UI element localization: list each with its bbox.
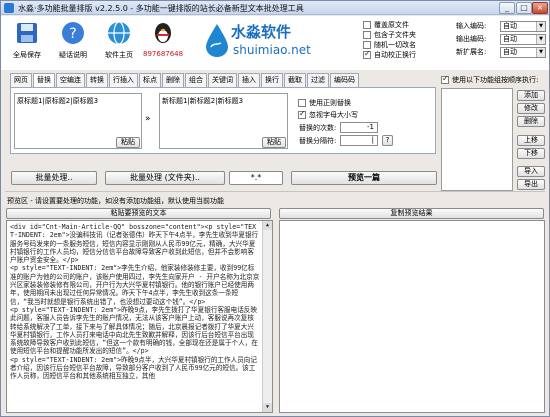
chevron-down-icon: ▼ (536, 47, 545, 57)
output-encoding-label: 输出编码: (456, 35, 487, 43)
edit-button[interactable]: 修改 (517, 103, 545, 114)
brand-logo: 水淼软件 shuimiao.net (201, 19, 361, 65)
app-window: 水淼·多功能批量排版 v2.2.5.0 - 多功能一键排版的站长必备新型文本批处… (0, 0, 550, 417)
use-regex-option[interactable]: 使用正则替换 (298, 98, 351, 108)
code-line: <p style="TEXT-INDENT: 2em">昨晚9点，李先生拨打了华… (10, 305, 258, 356)
option-auto-newline[interactable]: 自动校正换行 (363, 49, 443, 60)
tab-encoding[interactable]: 编码码 (330, 73, 359, 87)
vertical-scrollbar[interactable]: ▲ ▼ (262, 221, 272, 412)
svg-text:?: ? (69, 26, 76, 42)
option-subfolders[interactable]: 包含子文件夹 (363, 30, 443, 40)
export-button[interactable]: 导出 (517, 179, 545, 190)
tab-keyword[interactable]: 关键词 (208, 73, 237, 87)
water-drop-icon (206, 24, 228, 57)
minimize-button[interactable]: _ (499, 2, 515, 14)
tab-punctuation[interactable]: 标点 (139, 73, 161, 87)
title-bar: 水淼·多功能批量排版 v2.2.5.0 - 多功能一键排版的站长必备新型文本批处… (1, 1, 549, 15)
paste-preview-button[interactable]: 粘贴要预览的文本 (6, 208, 271, 219)
checkbox[interactable] (441, 74, 449, 84)
delete-button[interactable]: 删除 (517, 116, 545, 127)
function-group-list[interactable] (441, 88, 513, 191)
file-options: 覆盖原文件 包含子文件夹 随机一切改名 自动校正换行 (363, 20, 443, 60)
tab-convert[interactable]: 转换 (86, 73, 108, 87)
checkbox[interactable] (298, 109, 306, 119)
tab-replace[interactable]: 替换 (33, 73, 55, 88)
replace-panel: 原标题1|原标题2|原标题3 粘贴 » 新标题1|新标题2|新标题3 粘贴 使用… (10, 87, 436, 154)
penguin-icon (155, 23, 171, 43)
tab-delete[interactable]: 删除 (162, 73, 184, 87)
help-button[interactable]: ? 疑话说明 (53, 20, 93, 66)
window-title: 水淼·多功能批量排版 v2.2.5.0 - 多功能一键排版的站长必备新型文本批处… (18, 4, 304, 13)
tab-blank[interactable]: 空编连 (56, 73, 85, 87)
tab-combine[interactable]: 组合 (185, 73, 207, 87)
move-up-button[interactable]: 上移 (517, 135, 545, 146)
checkbox[interactable] (363, 49, 371, 59)
result-preview-area[interactable] (279, 220, 545, 413)
add-button[interactable]: 添加 (517, 90, 545, 101)
tab-filter[interactable]: 过滤 (307, 73, 329, 87)
tab-line-insert[interactable]: 行插入 (109, 73, 138, 87)
batch-folder-button[interactable]: 批量处理 (文件夹).. (105, 171, 225, 185)
divider (5, 191, 545, 192)
help-label: 疑话说明 (59, 51, 87, 59)
app-icon (4, 3, 14, 13)
close-button[interactable]: × (532, 2, 548, 14)
save-label: 全局保存 (13, 51, 41, 59)
checkbox[interactable] (298, 99, 306, 107)
tab-extract[interactable]: 截取 (284, 73, 306, 87)
checkbox[interactable] (363, 31, 371, 39)
code-line: <div id="Cnt-Main-Article-QQ" bosszone="… (10, 223, 259, 265)
source-text-area[interactable]: <div id="Cnt-Main-Article-QQ" bosszone="… (6, 220, 273, 413)
input-encoding-label: 输入编码: (456, 22, 487, 30)
tab-web[interactable]: 网页 (10, 73, 32, 87)
chevron-down-icon: ▼ (536, 21, 545, 31)
separator-input[interactable]: | (340, 135, 378, 146)
tab-linebreak[interactable]: 换行 (261, 73, 283, 87)
move-down-button[interactable]: 下移 (517, 148, 545, 159)
globe-icon (108, 21, 130, 45)
qq-number: 897687648 (143, 50, 184, 58)
scroll-up-icon[interactable]: ▲ (263, 221, 272, 230)
code-line: <p style="TEXT-INDENT: 2em">昨晚9点半，大兴华夏村镇… (10, 355, 257, 381)
replace-count-label: 替换的次数: (299, 124, 337, 132)
batch-process-button[interactable]: 批量处理.. (11, 171, 97, 185)
paste-replace-button[interactable]: 粘贴 (262, 137, 286, 148)
separator-label: 替换分隔符: (299, 137, 337, 145)
input-encoding-select[interactable]: 自动 ▼ (500, 20, 546, 32)
option-overwrite[interactable]: 覆盖原文件 (363, 20, 443, 30)
extension-filter-input[interactable]: *.* (229, 171, 283, 185)
preview-hint: 预览区 - 请设置要处理的功能，如没有添加功能组，默认使用当前功能 (7, 197, 224, 205)
checkbox[interactable] (363, 41, 371, 49)
extension-label: 新扩展名: (456, 48, 487, 56)
homepage-button[interactable]: 软件主页 (99, 20, 139, 66)
extension-select[interactable]: 自动 ▼ (500, 46, 546, 58)
copy-result-button[interactable]: 复制预览结果 (279, 208, 544, 219)
maximize-button[interactable]: □ (516, 2, 532, 14)
replace-count-input[interactable]: -1 (340, 122, 378, 133)
save-button[interactable]: 全局保存 (7, 20, 47, 66)
save-icon (17, 23, 37, 43)
brand-url: shuimiao.net (233, 43, 311, 57)
option-random-rename[interactable]: 随机一切改名 (363, 40, 443, 50)
output-encoding-select[interactable]: 自动 ▼ (500, 33, 546, 45)
scroll-down-icon[interactable]: ▼ (263, 403, 272, 412)
function-group-panel: 使用以下功能组按顺序执行: 添加 修改 删除 上移 下移 导入 导出 (441, 73, 546, 191)
preview-one-button[interactable]: 预览一篇 (291, 171, 437, 185)
ignore-case-option[interactable]: 忽视字母大小写 (298, 109, 358, 120)
arrow-right-icon: » (145, 114, 151, 124)
function-tabs: 网页 替换 空编连 转换 行插入 标点 删除 组合 关键词 插入 换行 截取 过… (10, 73, 360, 88)
use-order-option[interactable]: 使用以下功能组按顺序执行: (441, 74, 538, 85)
tab-insert[interactable]: 插入 (238, 73, 260, 87)
qq-button[interactable]: 897687648 (143, 20, 183, 66)
brand-name: 水淼软件 (231, 23, 292, 41)
chevron-down-icon: ▼ (536, 34, 545, 44)
separator-help-button[interactable]: ? (382, 135, 393, 146)
paste-find-button[interactable]: 粘贴 (116, 137, 140, 148)
homepage-label: 软件主页 (105, 51, 133, 59)
import-button[interactable]: 导入 (517, 166, 545, 177)
checkbox[interactable] (363, 21, 371, 29)
help-icon: ? (62, 22, 84, 44)
encoding-settings: 输入编码: 自动 ▼ 输出编码: 自动 ▼ 新扩展名: 自动 ▼ (456, 20, 548, 59)
code-line: <p style="TEXT-INDENT: 2em">李先生介绍，他家装修装修… (10, 264, 260, 306)
